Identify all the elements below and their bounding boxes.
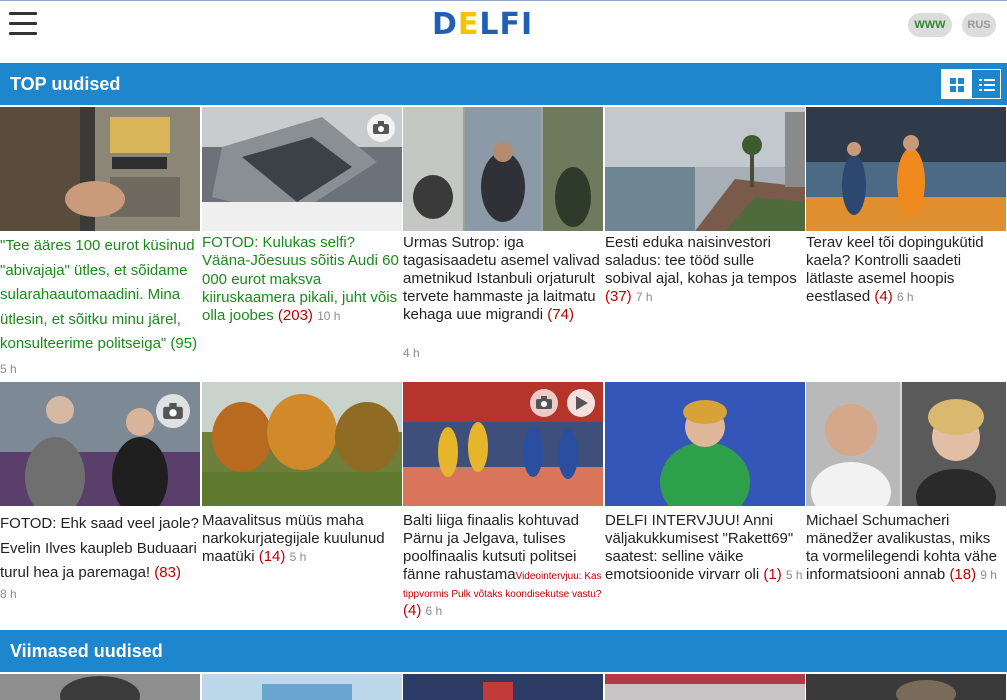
latest-news-header: Viimased uudised [0,630,1007,672]
camera-icon [367,114,395,142]
article-thumbnail[interactable] [0,674,200,700]
article-headline[interactable]: Terav keel tõi dopingukütid kaela? Kontr… [806,234,1006,306]
comment-count[interactable]: (95) [170,335,197,352]
article-thumbnail[interactable] [605,107,805,231]
article-headline[interactable]: FOTOD: Ehk saad veel jaole? Evelin Ilves… [0,512,200,586]
comment-count[interactable]: (14) [259,548,286,565]
article-headline[interactable]: "Tee ääres 100 eurot küsinud "abivajaja"… [0,234,200,381]
comment-count[interactable]: (4) [874,288,892,305]
comment-count[interactable]: (74) [547,306,574,323]
article-age: 6 h [425,604,443,618]
article-age: 8 h [0,587,17,601]
article-age: 7 h [635,290,653,304]
article-thumbnail[interactable] [0,382,200,506]
article-card[interactable]: DELFI INTERVJUU! Anni väljakukkumisest "… [605,382,805,622]
article-card[interactable]: Terav keel tõi dopingukütid kaela? Kontr… [806,107,1006,379]
comment-count[interactable]: (18) [949,566,976,583]
article-card[interactable]: FOTOD: Kulukas selfi? Vääna-Jõesuus sõit… [202,107,402,379]
article-headline[interactable]: Urmas Sutrop: iga tagasisaadetu asemel v… [403,234,603,324]
article-card[interactable]: FOTOD: Ehk saad veel jaole? Evelin Ilves… [0,382,200,622]
article-age: 10 h [317,309,341,324]
article-card[interactable]: Eesti eduka naisinvestori saladus: tee t… [605,107,805,379]
article-thumbnail[interactable] [403,107,603,231]
article-headline[interactable]: Eesti eduka naisinvestori saladus: tee t… [605,234,805,306]
comment-count[interactable]: (203) [278,307,313,324]
camera-icon [156,394,190,428]
article-headline[interactable]: Maavalitsus müüs maha narkokurjategijale… [202,512,402,566]
article-thumbnail[interactable] [202,382,402,506]
article-card[interactable]: Balti liiga finaalis kohtuvad Pärnu ja J… [403,382,603,622]
article-headline[interactable]: Michael Schumacheri mänedžer avalikustas… [806,512,1006,584]
article-thumbnail[interactable] [605,674,805,700]
article-thumbnail[interactable] [605,382,805,506]
comment-count[interactable]: (37) [605,288,632,305]
comment-count[interactable]: (4) [403,602,421,619]
lang-rus-button[interactable]: RUS [962,13,996,37]
site-header: DELFI WWW RUS [0,0,1007,63]
article-thumbnail[interactable] [806,107,1006,231]
article-age: 5 h [289,550,307,564]
article-card[interactable]: Michael Schumacheri mänedžer avalikustas… [806,382,1006,622]
article-card[interactable]: Maavalitsus müüs maha narkokurjategijale… [202,382,402,622]
delfi-logo[interactable]: DELFI [432,7,533,42]
top-news-header: TOP uudised [0,63,1007,105]
article-age: 6 h [896,290,914,304]
play-icon[interactable] [567,389,595,417]
article-thumbnail[interactable] [806,382,1006,506]
grid-view-icon[interactable] [941,69,971,99]
article-card[interactable]: Urmas Sutrop: iga tagasisaadetu asemel v… [403,107,603,379]
article-thumbnail[interactable] [806,674,1006,700]
article-headline[interactable]: DELFI INTERVJUU! Anni väljakukkumisest "… [605,512,805,584]
article-thumbnail[interactable] [202,674,402,700]
section-title-latest: Viimased uudised [10,641,163,661]
article-age: 9 h [980,568,997,582]
article-age: 5 h [0,361,17,376]
article-age: 5 h [785,568,803,582]
camera-icon [530,389,558,417]
list-view-icon[interactable] [971,69,1001,99]
article-age: 4 h [403,346,420,360]
hamburger-menu-icon[interactable] [9,12,37,36]
comment-count[interactable]: (1) [763,566,781,583]
section-title-top: TOP uudised [10,74,121,94]
article-headline[interactable]: FOTOD: Kulukas selfi? Vääna-Jõesuus sõit… [202,234,402,325]
article-thumbnail[interactable] [202,107,402,231]
article-headline[interactable]: Balti liiga finaalis kohtuvad Pärnu ja J… [403,512,603,620]
article-thumbnail[interactable] [403,382,603,506]
article-card[interactable]: "Tee ääres 100 eurot küsinud "abivajaja"… [0,107,200,379]
lang-www-button[interactable]: WWW [908,13,952,37]
article-thumbnail[interactable] [0,107,200,231]
comment-count[interactable]: (83) [154,564,181,581]
article-thumbnail[interactable] [403,674,603,700]
